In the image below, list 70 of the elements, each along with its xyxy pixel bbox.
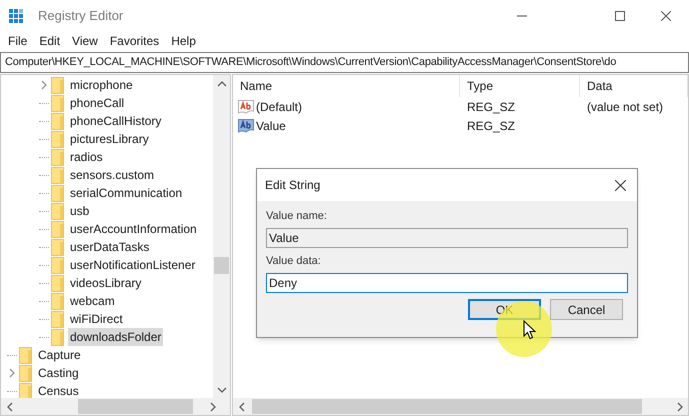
table-cell-text: REG_SZ: [466, 98, 516, 116]
folder-icon: [51, 94, 64, 112]
menu-item[interactable]: Help: [165, 32, 202, 50]
vertical-scrollbar[interactable]: [213, 75, 230, 398]
tree-item[interactable]: downloadsFolder: [68, 328, 164, 346]
horizontal-scrollbar[interactable]: [233, 398, 688, 415]
tree-item[interactable]: videosLibrary: [68, 274, 144, 292]
address-bar[interactable]: Computer\HKEY_LOCAL_MACHINE\SOFTWARE\Microsoft\Windows\CurrentVersion\CapabilityAccessManager\ConsentStore\do: [0, 52, 689, 73]
folder-icon: [51, 292, 64, 310]
tree-item[interactable]: sensors.custom: [68, 166, 156, 184]
horizontal-scrollbar[interactable]: [1, 398, 230, 415]
tree-item[interactable]: webcam: [68, 292, 117, 310]
column-header[interactable]: Name: [233, 75, 460, 97]
tree-item[interactable]: Capture: [36, 346, 83, 364]
menu-item[interactable]: Favorites: [104, 32, 166, 50]
folder-icon: [51, 130, 64, 148]
tree-item[interactable]: userAccountInformation: [68, 220, 199, 238]
tree-item[interactable]: userDataTasks: [68, 238, 152, 256]
tree-item[interactable]: Casting: [36, 364, 81, 382]
dialog-title: Edit String: [265, 177, 320, 194]
close-icon: [661, 11, 671, 21]
folder-icon: [51, 310, 64, 328]
maximize-icon: [615, 11, 625, 21]
tree-item[interactable]: picturesLibrary: [68, 130, 151, 148]
column-header[interactable]: Type: [460, 75, 580, 97]
folder-icon: [51, 76, 64, 94]
tree-item[interactable]: userNotificationListener: [68, 256, 198, 274]
app-icon: [8, 8, 24, 24]
folder-icon: [51, 184, 64, 202]
table-cell-text: (value not set): [586, 98, 664, 116]
tree-item[interactable]: usb: [68, 202, 92, 220]
tree-item[interactable]: phoneCallHistory: [68, 112, 164, 130]
folder-icon: [51, 202, 64, 220]
folder-icon: [51, 274, 64, 292]
tree-item[interactable]: radios: [68, 148, 105, 166]
folder-icon: [19, 346, 32, 364]
close-icon: [614, 180, 626, 190]
dialog-button[interactable]: Cancel: [550, 299, 623, 320]
menu-item[interactable]: View: [66, 32, 104, 50]
tree-item[interactable]: serialCommunication: [68, 184, 184, 202]
folder-icon: [51, 148, 64, 166]
folder-icon: [51, 112, 64, 130]
tree-item[interactable]: phoneCall: [68, 94, 126, 112]
scrollbar-thumb[interactable]: [214, 257, 229, 274]
text-field[interactable]: Deny: [266, 273, 628, 293]
scrollbar-thumb[interactable]: [252, 399, 642, 414]
scrollbar-thumb[interactable]: [78, 399, 193, 414]
string-value-icon: [238, 118, 254, 132]
folder-icon: [51, 220, 64, 238]
table-cell-text: (Default): [256, 98, 302, 116]
tree-item[interactable]: microphone: [68, 76, 135, 94]
table-cell-text: Value: [256, 118, 286, 134]
folder-icon: [51, 166, 64, 184]
folder-icon: [51, 256, 64, 274]
field-label: Value name:: [266, 209, 328, 223]
menu-item[interactable]: Edit: [33, 32, 66, 50]
pointer-icon: [523, 320, 536, 340]
tree-item[interactable]: Census: [36, 382, 81, 398]
menu-item[interactable]: File: [2, 32, 34, 50]
string-value-icon: [238, 100, 254, 114]
folder-icon: [51, 328, 64, 346]
field-label: Value data:: [266, 254, 322, 268]
folder-icon: [19, 364, 32, 382]
window-title: Registry Editor: [38, 7, 124, 26]
folder-icon: [51, 238, 64, 256]
tree-item[interactable]: wiFiDirect: [68, 310, 125, 328]
text-field[interactable]: Value: [266, 228, 628, 248]
folder-icon: [19, 382, 32, 398]
table-cell-text: REG_SZ: [466, 118, 516, 134]
column-header[interactable]: Data: [580, 75, 688, 97]
